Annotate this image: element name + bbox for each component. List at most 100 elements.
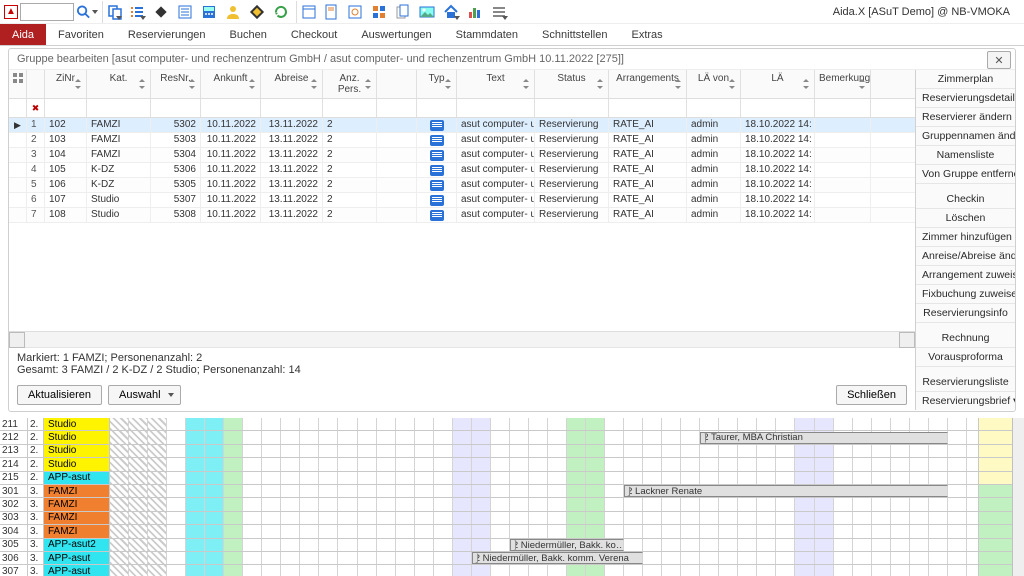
type-icon bbox=[430, 210, 444, 221]
zimmerplan-row[interactable]: 3053.APP-asut22 Niedermüller, Bakk. ko… bbox=[0, 539, 1024, 552]
reservation-bar[interactable]: 2 Niedermüller, Bakk. ko… bbox=[510, 539, 624, 551]
app-title: Aida.X [ASuT Demo] @ NB-VMOKA bbox=[833, 6, 1020, 18]
copy-icon[interactable] bbox=[102, 1, 124, 23]
zimmerplan-row[interactable]: 3073.APP-asut bbox=[0, 565, 1024, 576]
reservation-bar[interactable]: 2 Niedermüller, Bakk. komm. Verena bbox=[472, 552, 643, 564]
quick-search-input[interactable] bbox=[20, 3, 74, 21]
preview-icon[interactable] bbox=[344, 1, 366, 23]
image-icon[interactable] bbox=[416, 1, 438, 23]
menu-favoriten[interactable]: Favoriten bbox=[46, 24, 116, 45]
reservation-bar[interactable]: 2 Lackner Renate bbox=[624, 485, 948, 497]
pages-icon[interactable] bbox=[392, 1, 414, 23]
refresh-button[interactable]: Aktualisieren bbox=[17, 385, 102, 405]
sidemenu-item[interactable]: Zimmerplan bbox=[916, 70, 1015, 89]
hscroll-left-button[interactable] bbox=[9, 332, 25, 348]
menu-aida[interactable]: Aida bbox=[0, 24, 46, 45]
form-icon[interactable] bbox=[174, 1, 196, 23]
sidemenu-item[interactable]: Von Gruppe entfernen bbox=[916, 165, 1015, 184]
menu-schnittstellen[interactable]: Schnittstellen bbox=[530, 24, 619, 45]
sidemenu-item[interactable]: Reservierer ändern bbox=[916, 108, 1015, 127]
menu-auswertungen[interactable]: Auswertungen bbox=[349, 24, 443, 45]
sidemenu-item[interactable]: Reservierungsliste bbox=[916, 373, 1015, 392]
list-icon[interactable] bbox=[126, 1, 148, 23]
type-icon bbox=[430, 135, 444, 146]
table-row[interactable]: 5106K-DZ530510.11.202213.11.20222asut co… bbox=[9, 178, 915, 193]
col-bemerkung[interactable]: Bemerkung bbox=[815, 70, 871, 98]
sidemenu-item[interactable]: Rechnung bbox=[916, 329, 1015, 348]
menu-stammdaten[interactable]: Stammdaten bbox=[444, 24, 530, 45]
sidemenu-item[interactable]: Reservierungsdetails bbox=[916, 89, 1015, 108]
diamond-icon[interactable] bbox=[150, 1, 172, 23]
home-icon[interactable] bbox=[440, 1, 462, 23]
sidemenu-item[interactable]: Checkin bbox=[916, 190, 1015, 209]
table-row[interactable]: 3104FAMZI530410.11.202213.11.20222asut c… bbox=[9, 148, 915, 163]
col-resnr[interactable]: ResNr. bbox=[151, 70, 201, 98]
zimmerplan-row[interactable]: 2152.APP-asut bbox=[0, 472, 1024, 485]
menu-reservierungen[interactable]: Reservierungen bbox=[116, 24, 218, 45]
sidemenu-item[interactable]: Löschen bbox=[916, 209, 1015, 228]
zimmerplan-sidebar bbox=[978, 418, 1012, 576]
zimmerplan-row[interactable]: 3013.FAMZI2 Lackner Renate bbox=[0, 485, 1024, 498]
tag-icon[interactable] bbox=[246, 1, 268, 23]
menu-checkout[interactable]: Checkout bbox=[279, 24, 349, 45]
menu-buchen[interactable]: Buchen bbox=[218, 24, 279, 45]
grid-menu-icon[interactable] bbox=[12, 72, 24, 84]
sidemenu-item[interactable]: Namensliste bbox=[916, 146, 1015, 165]
select-button[interactable]: Auswahl bbox=[108, 385, 181, 405]
zimmerplan-row[interactable]: 3033.FAMZI bbox=[0, 512, 1024, 525]
sidemenu-item[interactable]: Anreise/Abreise ändern bbox=[916, 247, 1015, 266]
sidemenu-item[interactable]: Reservierungsinfo bbox=[916, 304, 1015, 323]
sidemenu-item[interactable]: Fixbuchung zuweisen bbox=[916, 285, 1015, 304]
col-la[interactable]: LÄ bbox=[741, 70, 815, 98]
stats-icon[interactable] bbox=[464, 1, 486, 23]
user-icon[interactable] bbox=[222, 1, 244, 23]
zimmerplan-row[interactable]: 2132.Studio bbox=[0, 445, 1024, 458]
pin-icon[interactable]: ✖ bbox=[27, 99, 45, 117]
table-row[interactable]: 2103FAMZI530310.11.202213.11.20222asut c… bbox=[9, 133, 915, 148]
menu-extras[interactable]: Extras bbox=[619, 24, 674, 45]
zimmerplan-row[interactable]: 2112.Studio bbox=[0, 418, 1024, 431]
table-row[interactable]: 7108Studio530810.11.202213.11.20222asut … bbox=[9, 208, 915, 223]
col-ankunft[interactable]: Ankunft bbox=[201, 70, 261, 98]
window-icon[interactable] bbox=[296, 1, 318, 23]
col-kat[interactable]: Kat. bbox=[87, 70, 151, 98]
zimmerplan[interactable]: 2112.Studio2122.Studio2 Taurer, MBA Chri… bbox=[0, 418, 1024, 576]
grid-icon[interactable] bbox=[368, 1, 390, 23]
calc-icon[interactable] bbox=[198, 1, 220, 23]
col-zinr[interactable]: ZiNr bbox=[45, 70, 87, 98]
col-status[interactable]: Status bbox=[535, 70, 609, 98]
sidemenu-item[interactable]: Reservierungsbrief ▾ bbox=[916, 392, 1015, 410]
grid-body[interactable]: ▶1102FAMZI530210.11.202213.11.20222asut … bbox=[9, 118, 915, 225]
col-typ[interactable]: Typ bbox=[417, 70, 457, 98]
close-button[interactable]: Schließen bbox=[836, 385, 907, 405]
col-lavon[interactable]: LÄ von bbox=[687, 70, 741, 98]
sidemenu-item[interactable]: Zimmer hinzufügen bbox=[916, 228, 1015, 247]
zimmerplan-vscroll[interactable] bbox=[1012, 418, 1024, 576]
alert-icon[interactable]: ▲ bbox=[4, 5, 18, 19]
sidemenu-item[interactable]: Arrangement zuweisen bbox=[916, 266, 1015, 285]
zimmerplan-row[interactable]: 3043.FAMZI bbox=[0, 525, 1024, 538]
panel-close-button[interactable]: ✕ bbox=[987, 51, 1011, 69]
type-icon bbox=[430, 195, 444, 206]
search-icon[interactable] bbox=[76, 1, 98, 23]
bars-icon[interactable] bbox=[488, 1, 510, 23]
table-row[interactable]: 4105K-DZ530610.11.202213.11.20222asut co… bbox=[9, 163, 915, 178]
grid-hscroll[interactable] bbox=[9, 331, 915, 347]
sidemenu-item[interactable]: Gruppennamen ändern bbox=[916, 127, 1015, 146]
grid-filter-row: ✖ bbox=[9, 99, 915, 118]
col-arrangements[interactable]: Arrangements bbox=[609, 70, 687, 98]
zimmerplan-row[interactable]: 2122.Studio2 Taurer, MBA Christian bbox=[0, 431, 1024, 444]
hscroll-right-button[interactable] bbox=[899, 332, 915, 348]
zimmerplan-row[interactable]: 2142.Studio bbox=[0, 458, 1024, 471]
reservation-bar[interactable]: 2 Taurer, MBA Christian bbox=[700, 432, 948, 444]
sidemenu-item[interactable]: Vorausproforma bbox=[916, 348, 1015, 367]
zimmerplan-row[interactable]: 3023.FAMZI bbox=[0, 498, 1024, 511]
table-row[interactable]: ▶1102FAMZI530210.11.202213.11.20222asut … bbox=[9, 118, 915, 133]
table-row[interactable]: 6107Studio530710.11.202213.11.20222asut … bbox=[9, 193, 915, 208]
col-anzpers[interactable]: Anz. Pers. bbox=[323, 70, 377, 98]
page-icon[interactable] bbox=[320, 1, 342, 23]
col-abreise[interactable]: Abreise bbox=[261, 70, 323, 98]
refresh-icon[interactable] bbox=[270, 1, 292, 23]
zimmerplan-row[interactable]: 3063.APP-asut2 Niedermüller, Bakk. komm.… bbox=[0, 552, 1024, 565]
col-text[interactable]: Text bbox=[457, 70, 535, 98]
